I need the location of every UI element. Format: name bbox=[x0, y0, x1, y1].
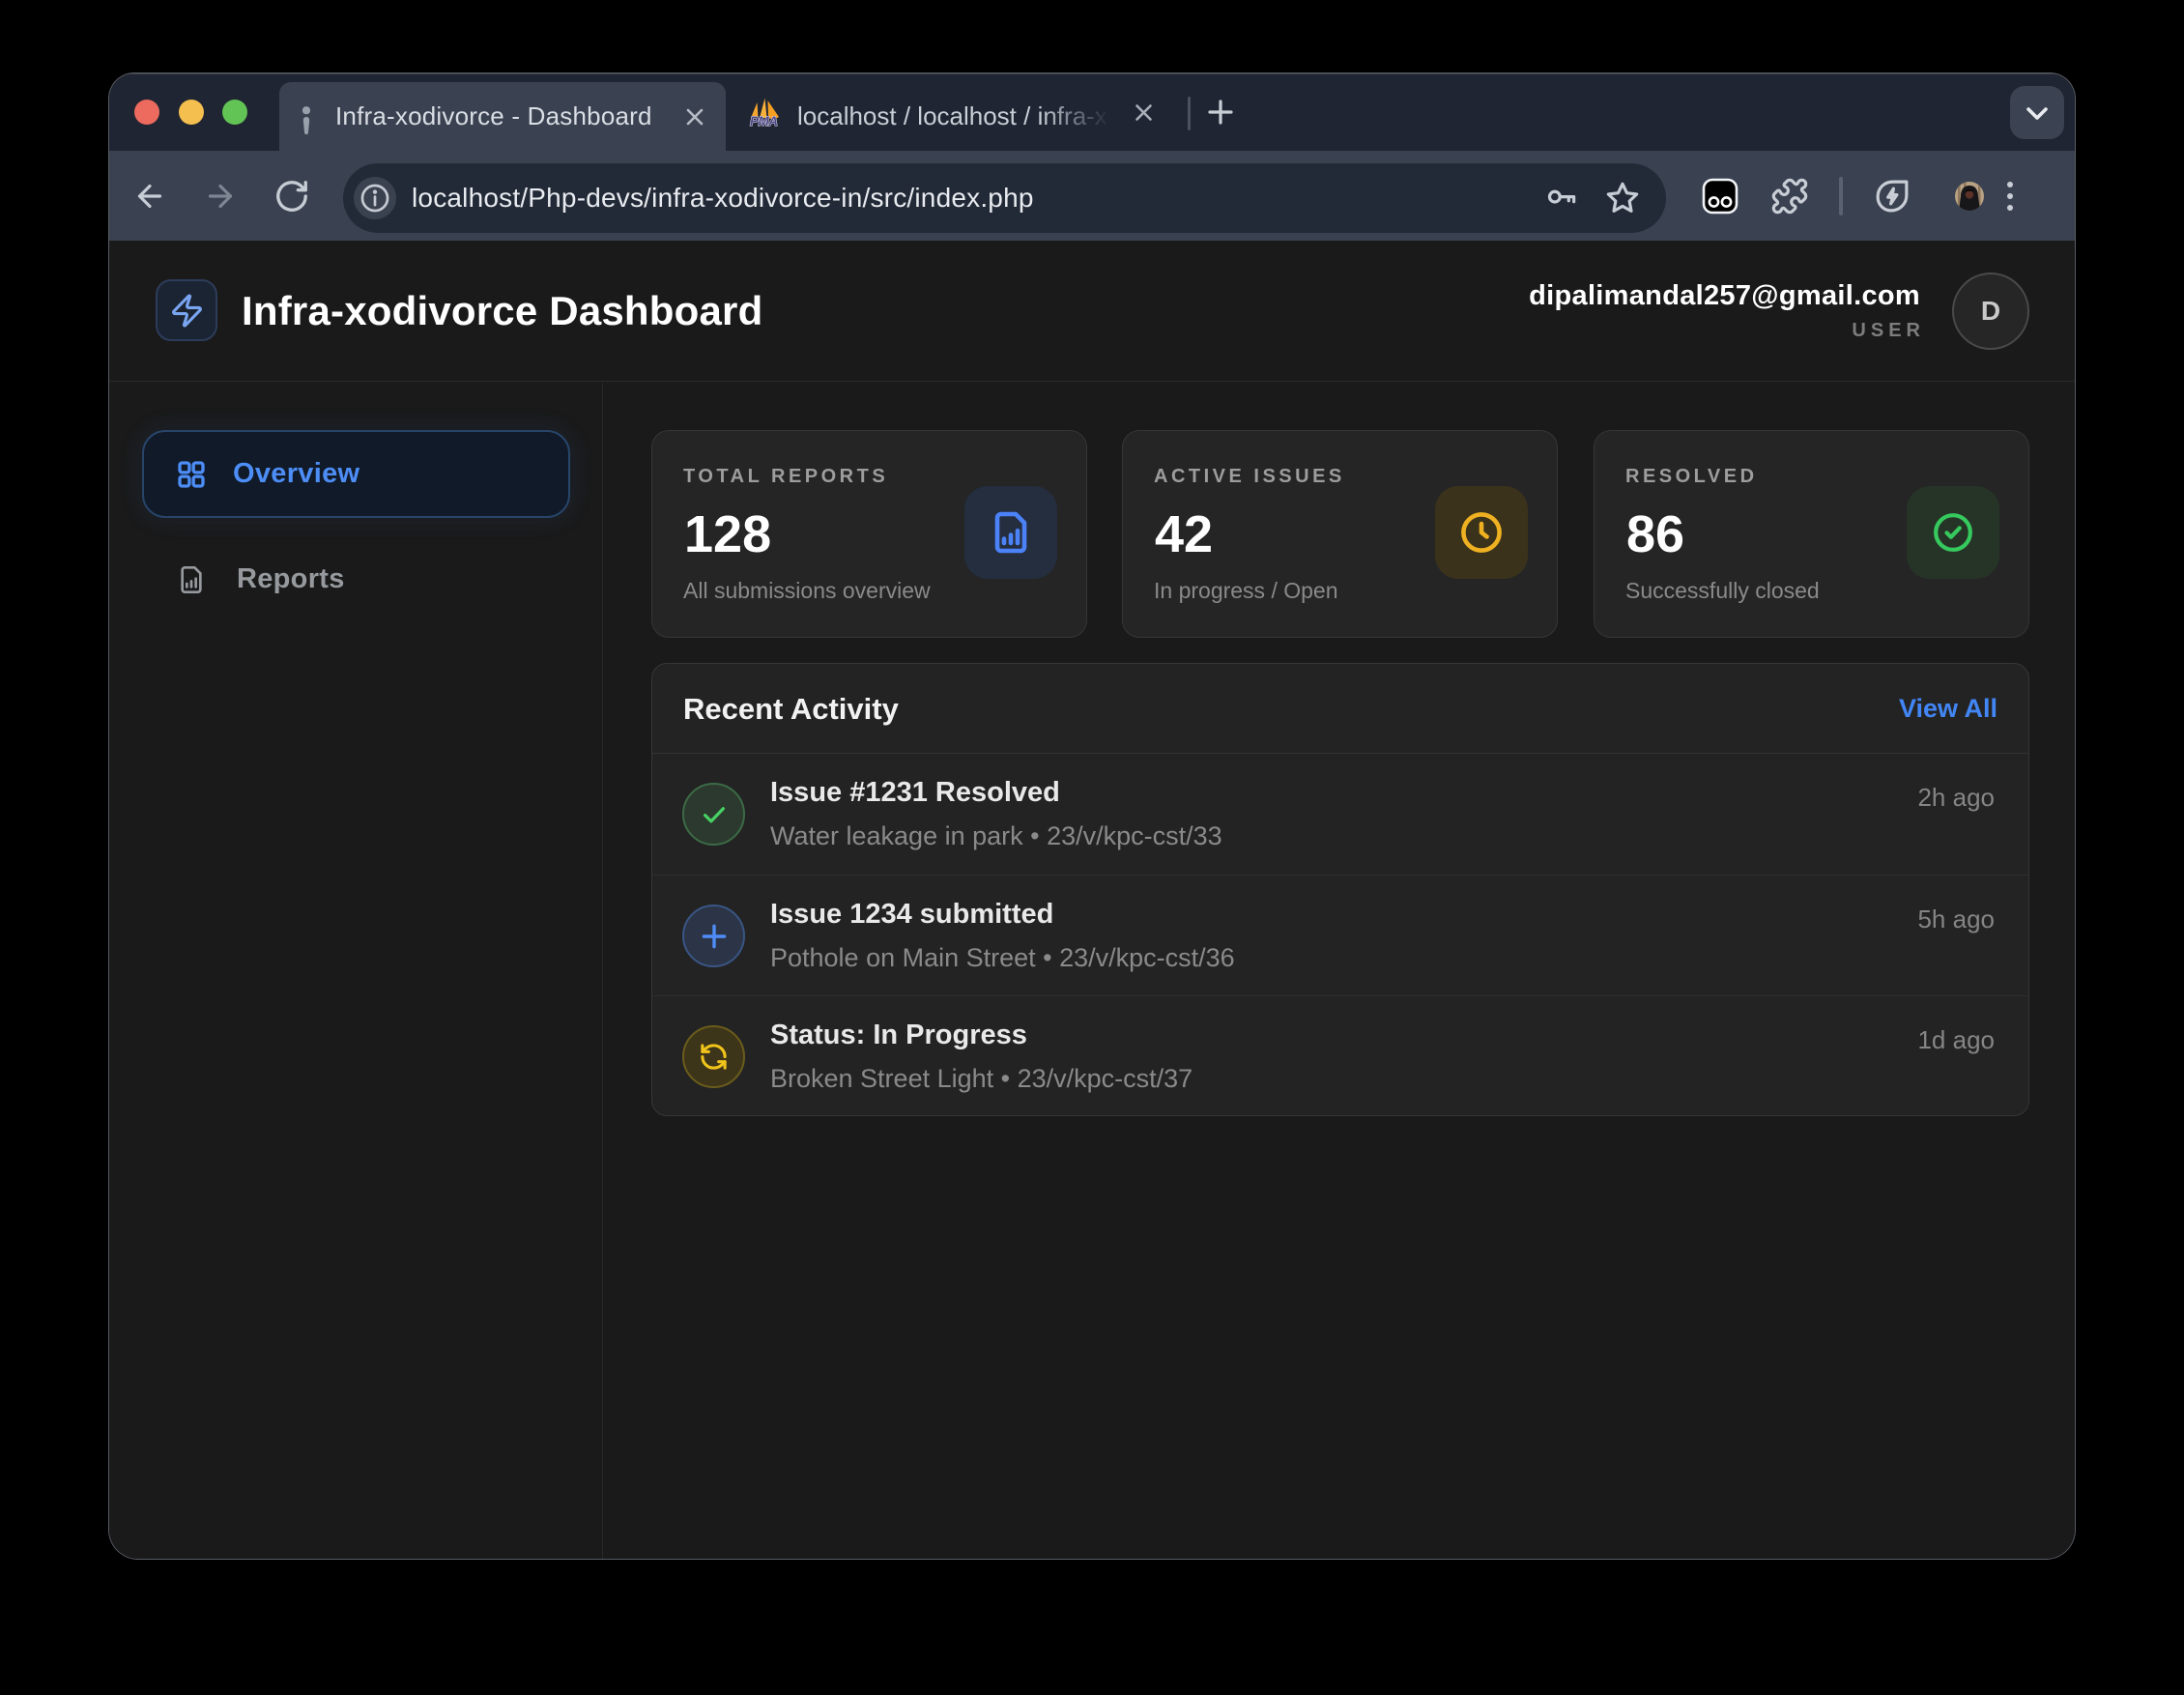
svg-text:PMA: PMA bbox=[750, 114, 778, 129]
